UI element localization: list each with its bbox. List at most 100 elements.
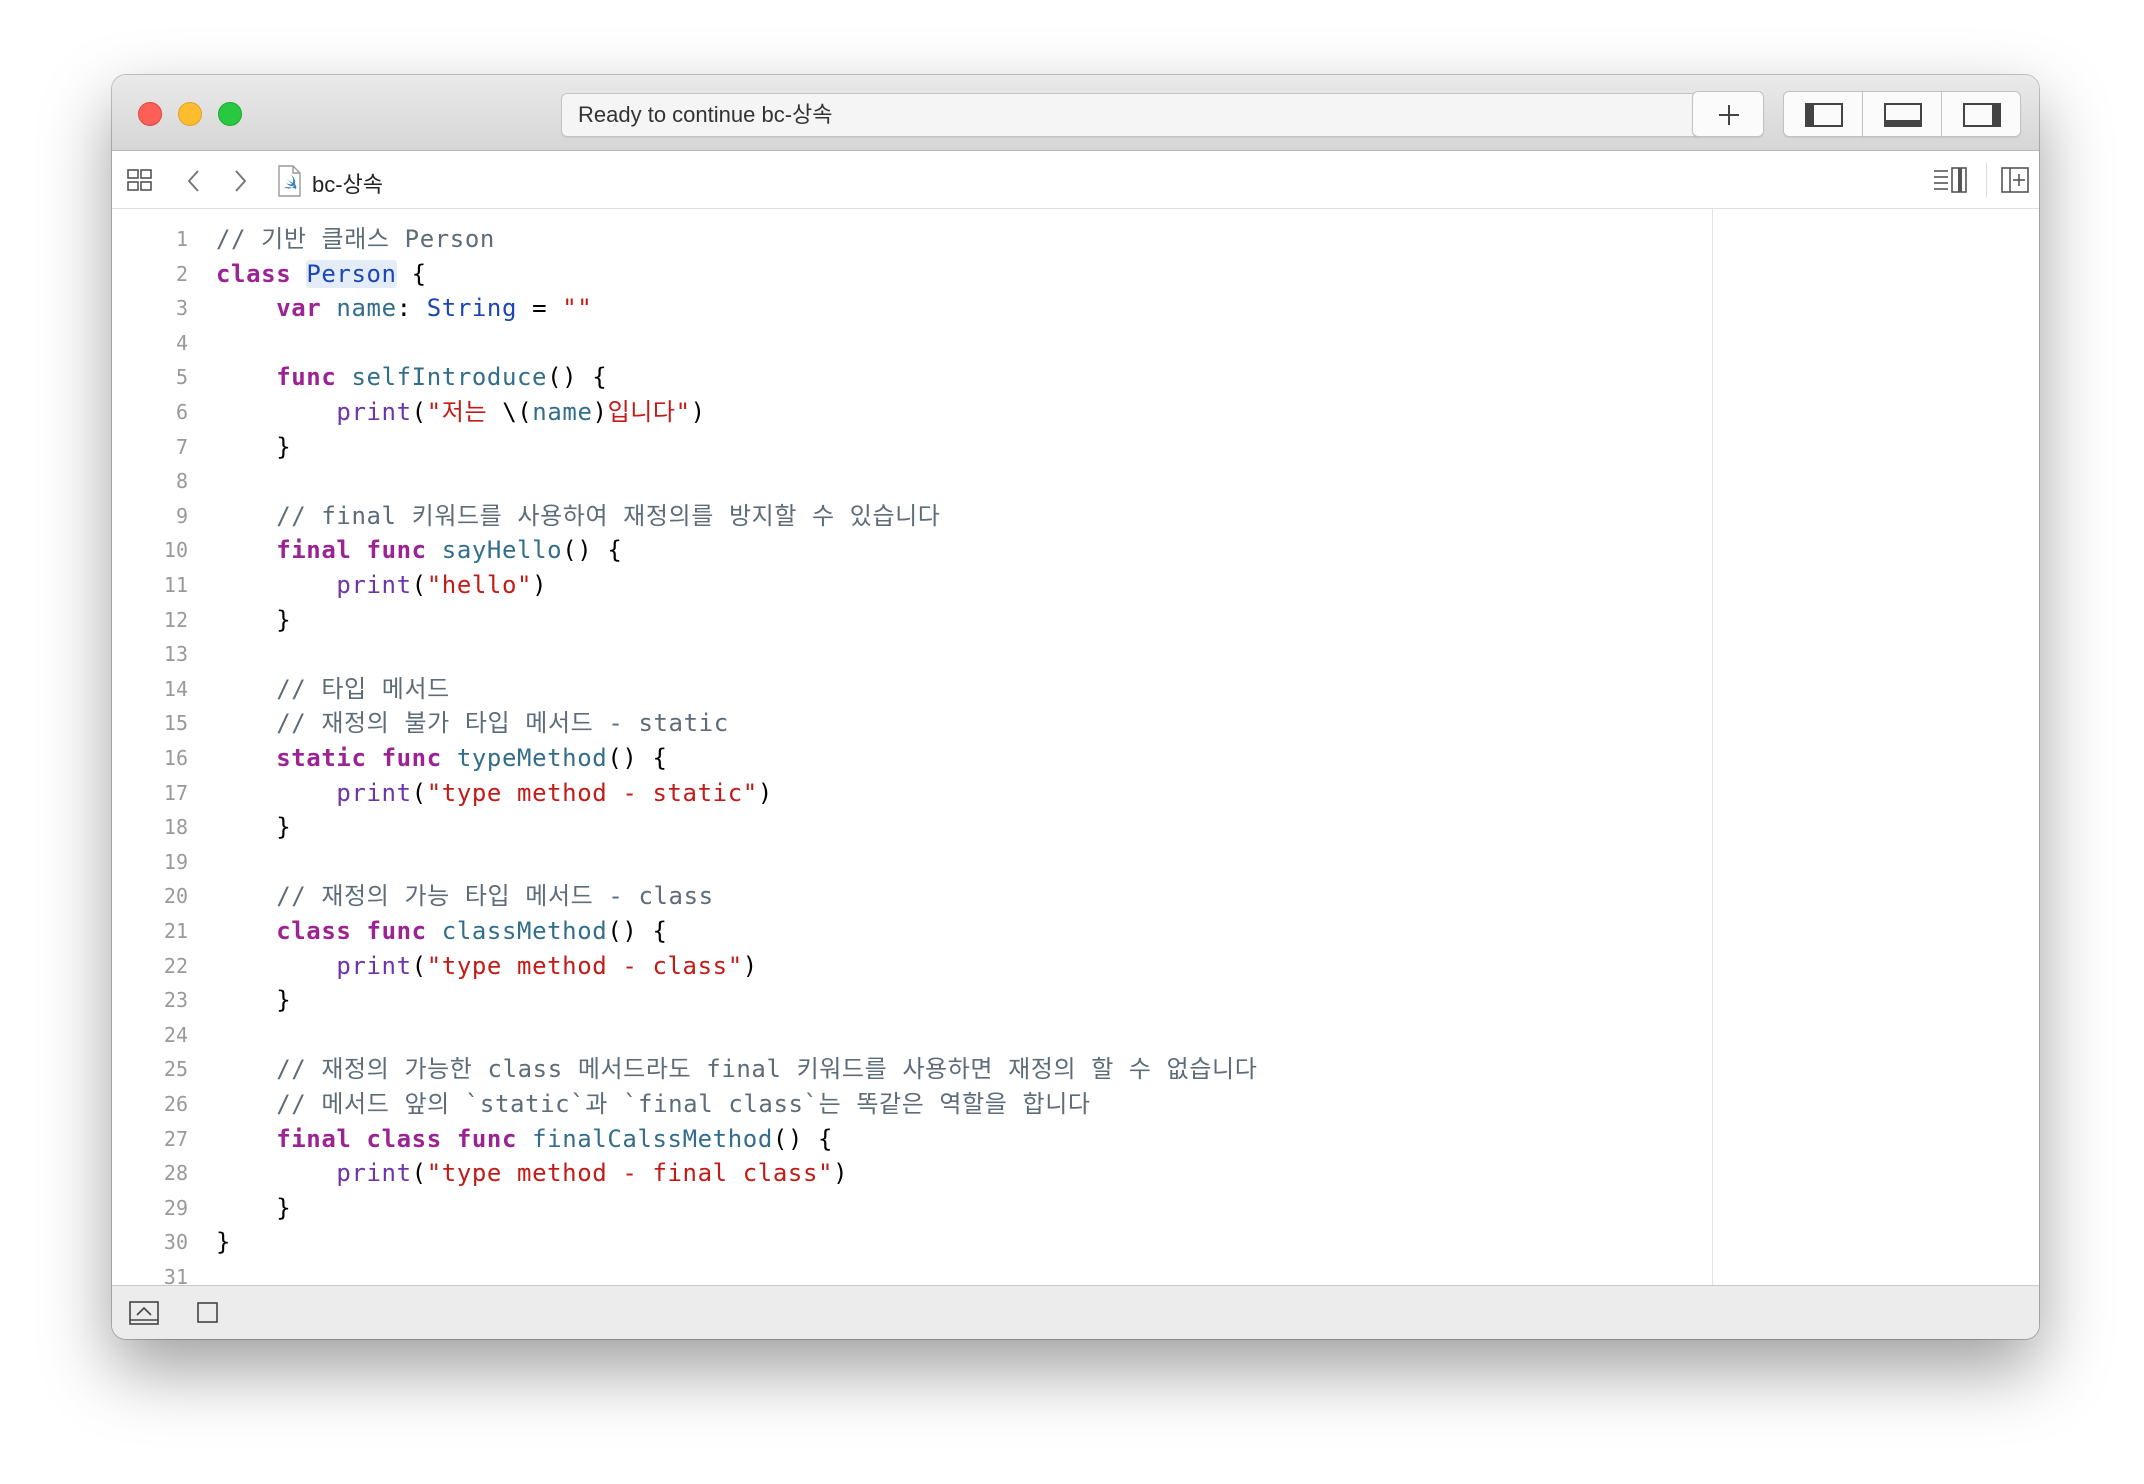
code-line[interactable]: 12 } — [112, 603, 1712, 637]
add-button[interactable] — [1692, 91, 1764, 137]
add-editor-icon[interactable] — [2000, 165, 2030, 195]
line-number: 1 — [175, 227, 188, 251]
code-line[interactable]: 18 } — [112, 810, 1712, 844]
chevron-left-icon[interactable] — [182, 167, 206, 195]
xcode-playground-window: Ready to continue bc-상속 bc-상속 1 // 기반 클래… — [112, 75, 2039, 1339]
code-line[interactable]: 3 var name: String = "" — [112, 291, 1712, 325]
code-line[interactable]: 28 print("type method - final class") — [112, 1156, 1712, 1190]
code-text: print("type method - class") — [216, 949, 758, 983]
code-line[interactable]: 14 // 타입 메서드 — [112, 672, 1712, 706]
code-token: print — [336, 778, 412, 807]
chevron-right-icon[interactable] — [228, 167, 252, 195]
code-token: func — [456, 1124, 518, 1153]
code-line[interactable]: 23 } — [112, 983, 1712, 1017]
editor-options-icon[interactable] — [1932, 165, 1970, 195]
code-line[interactable]: 22 print("type method - class") — [112, 949, 1712, 983]
grid-icon[interactable] — [126, 167, 154, 195]
code-line[interactable]: 15 // 재정의 불가 타입 메서드 - static — [112, 706, 1712, 740]
code-line[interactable]: 27 final class func finalCalssMethod() { — [112, 1122, 1712, 1156]
code-line[interactable]: 8 — [112, 464, 1712, 498]
code-line[interactable]: 16 static func typeMethod() { — [112, 741, 1712, 775]
breadcrumb-file[interactable]: bc-상속 — [312, 167, 383, 199]
code-line[interactable]: 7 } — [112, 430, 1712, 464]
code-text: // final 키워드를 사용하여 재정의를 방지할 수 있습니다 — [216, 499, 941, 533]
status-text: Ready to continue bc-상속 — [578, 102, 833, 127]
code-text: final class func finalCalssMethod() { — [216, 1122, 833, 1156]
code-token: ) — [757, 778, 773, 807]
code-token: () { — [547, 363, 608, 392]
code-text: print("type method - final class") — [216, 1156, 848, 1190]
code-line[interactable]: 6 print("저는 \(name)입니다") — [112, 395, 1712, 429]
zoom-button[interactable] — [218, 102, 242, 126]
line-number: 23 — [163, 988, 188, 1013]
code-line[interactable]: 25 // 재정의 가능한 class 메서드라도 final 키워드를 사용하… — [112, 1052, 1712, 1086]
code-token: // 기반 클래스 Person — [216, 225, 495, 253]
code-line[interactable]: 31 — [112, 1260, 1712, 1285]
code-line[interactable]: 5 func selfIntroduce() { — [112, 360, 1712, 394]
code-token: ) — [532, 571, 548, 599]
code-text: } — [216, 430, 291, 464]
code-line[interactable]: 20 // 재정의 가능 타입 메서드 - class — [112, 879, 1712, 913]
code-line[interactable]: 21 class func classMethod() { — [112, 914, 1712, 948]
stop-icon[interactable] — [196, 1301, 220, 1325]
code-line[interactable]: 30} — [112, 1225, 1712, 1259]
code-line[interactable]: 2 class Person { — [112, 257, 1712, 291]
code-token: ( — [411, 951, 427, 980]
code-token: "type method - class" — [426, 951, 743, 980]
code-text: } — [216, 1225, 231, 1259]
code-token: class — [276, 917, 352, 945]
line-number: 21 — [163, 919, 188, 943]
toggle-debug-area-button[interactable] — [1862, 91, 1942, 137]
code-token: func — [381, 744, 442, 772]
source-editor[interactable]: 1 // 기반 클래스 Person 2 class Person {3 var na… — [112, 209, 1712, 1285]
code-token: name — [532, 398, 593, 426]
code-line[interactable]: 19 — [112, 845, 1712, 879]
code-line[interactable]: 9 // final 키워드를 사용하여 재정의를 방지할 수 있습니다 — [112, 499, 1712, 533]
code-token: func — [366, 917, 427, 945]
debug-bar — [112, 1285, 2039, 1339]
code-token: ) — [592, 398, 608, 426]
code-line[interactable]: 17 print("type method - static") — [112, 776, 1712, 810]
plus-icon — [1719, 105, 1739, 125]
code-line[interactable]: 26 // 메서드 앞의 `static`과 `final class`는 똑같… — [112, 1087, 1712, 1121]
line-number: 4 — [175, 330, 188, 355]
code-token: ( — [411, 571, 427, 599]
code-text: print("hello") — [216, 568, 547, 602]
toggle-inspector-button[interactable] — [1941, 91, 2021, 137]
line-number: 30 — [163, 1230, 188, 1255]
show-debug-area-icon[interactable] — [128, 1300, 160, 1326]
code-line[interactable]: 11 print("hello") — [112, 568, 1712, 602]
code-token: ( — [411, 398, 427, 426]
code-line[interactable]: 4 — [112, 326, 1712, 360]
code-token: } — [216, 1228, 232, 1257]
code-token: } — [216, 1193, 292, 1222]
code-token: print — [336, 571, 412, 599]
code-line[interactable]: 13 — [112, 637, 1712, 671]
code-token: print — [336, 1159, 412, 1188]
toggle-navigator-button[interactable] — [1783, 91, 1863, 137]
code-token: } — [216, 813, 292, 842]
line-number: 26 — [163, 1092, 188, 1116]
code-line[interactable]: 24 — [112, 1018, 1712, 1052]
line-number: 15 — [163, 711, 188, 736]
code-token: ) — [690, 398, 706, 426]
line-number: 24 — [163, 1022, 188, 1047]
code-line[interactable]: 1 // 기반 클래스 Person — [112, 222, 1712, 256]
code-line[interactable]: 29 } — [112, 1191, 1712, 1225]
close-button[interactable] — [138, 102, 162, 126]
code-line[interactable]: 10 final func sayHello() { — [112, 533, 1712, 567]
minimize-button[interactable] — [178, 102, 202, 126]
